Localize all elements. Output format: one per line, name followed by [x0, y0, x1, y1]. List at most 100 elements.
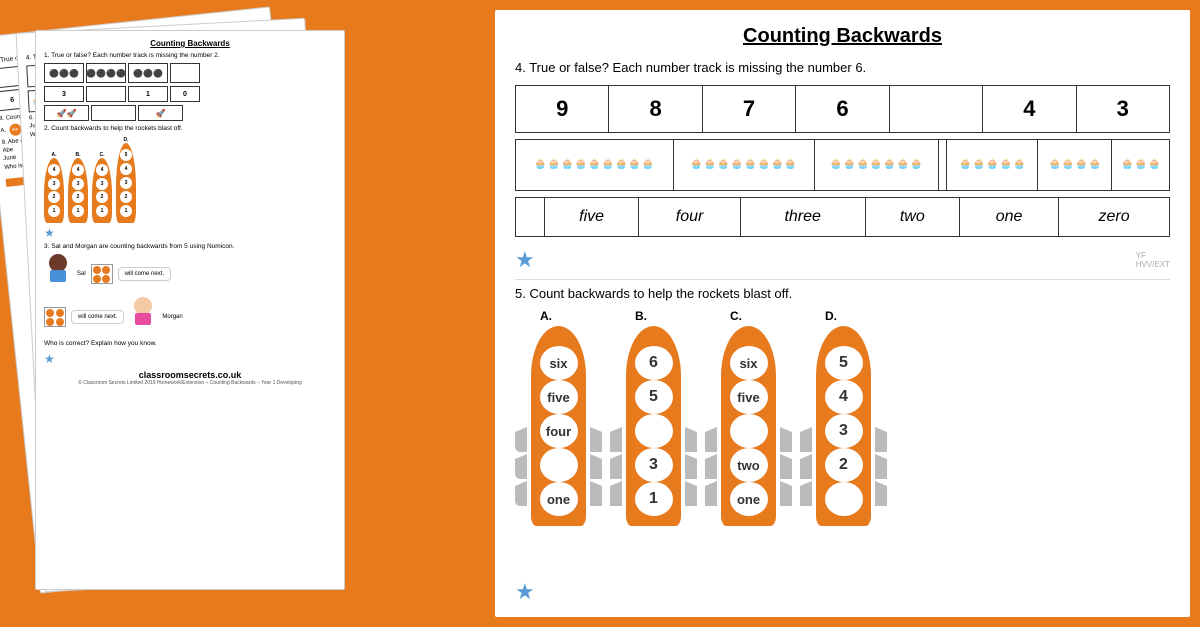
track-num-9: 9 [516, 86, 609, 133]
rocket-d-circle-blank [825, 482, 863, 516]
track-num-4: 4 [983, 86, 1076, 133]
paper3-circle-d3: 3 [120, 177, 132, 189]
numicon-dot4 [102, 275, 110, 283]
rocket-b-circle-blank [635, 414, 673, 448]
fin-cl-3 [705, 481, 717, 506]
cupcake-cell-9: 🧁 🧁 🧁 🧁 🧁 🧁 🧁 🧁 🧁 [516, 140, 674, 191]
numicon-dot1 [93, 266, 101, 274]
rocket-group-d: D. 5 4 3 2 [800, 309, 887, 526]
fin-right-1 [590, 427, 602, 452]
c7-1: 🧁 [830, 160, 842, 170]
fin-bl-3 [610, 481, 622, 506]
paper3-dots2: ⚫⚫⚫⚫ [86, 63, 126, 83]
cupcake-cell-blank [938, 140, 947, 191]
c4: 🧁 [575, 160, 587, 170]
fin-cl-2 [705, 454, 717, 479]
rocket-d-fins-right [875, 427, 887, 506]
rocket-group-b: B. 6 5 3 1 [610, 309, 697, 526]
c3: 🧁 [561, 160, 573, 170]
paper3-num-row: 3 1 0 [44, 86, 336, 102]
paper3-sal-row: Sal will come next. [44, 254, 336, 294]
c5-2: 🧁 [973, 160, 985, 170]
word-two: two [865, 198, 959, 237]
fin-cr-3 [780, 481, 792, 506]
rocket-b-fins-left [610, 427, 622, 506]
c9: 🧁 [642, 160, 654, 170]
paper3-numicon1 [91, 264, 113, 284]
paper3-who-correct: Who is correct? Explain how you know. [44, 340, 336, 348]
fin-right-3 [590, 481, 602, 506]
paper3-star1: ★ [44, 226, 336, 240]
c5-4: 🧁 [1000, 160, 1012, 170]
cupcake-cell-8: 🧁 🧁 🧁 🧁 🧁 🧁 🧁 🧁 [673, 140, 814, 191]
fin-cl-1 [705, 427, 717, 452]
fin-dr-3 [875, 481, 887, 506]
rocket-b-circle-1: 1 [635, 482, 673, 516]
rocket-b-circle-6: 6 [635, 346, 673, 380]
main-watermark: YFHVV/EXT [1136, 251, 1170, 269]
bottom-star: ★ [515, 579, 535, 605]
c8: 🧁 [628, 160, 640, 170]
paper3-q1: 1. True or false? Each number track is m… [44, 52, 336, 60]
paper3-morgan-name: Morgan [162, 314, 182, 320]
cupcake-group-5: 🧁 🧁 🧁 🧁 🧁 [950, 145, 1034, 185]
c4-2: 🧁 [1062, 160, 1074, 170]
rocket-a-label: A. [540, 309, 552, 323]
rocket-c-circle-one: one [730, 482, 768, 516]
paper3-dots1: ⚫⚫⚫ [44, 63, 84, 83]
cupcake-cell-3: 🧁 🧁 🧁 [1112, 140, 1170, 191]
paper3-num3: 3 [44, 86, 84, 102]
rocket-group-a: A. six five four one [515, 309, 602, 526]
paper3-title: Counting Backwards [44, 39, 336, 48]
rocket-b-label: B. [635, 309, 647, 323]
fin-br-1 [685, 427, 697, 452]
c8-1: 🧁 [690, 160, 702, 170]
paper3-body-c: 4 3 2 1 [92, 158, 112, 223]
rocket-c-body: six five two one [721, 326, 776, 526]
rocket-c-circle-two: two [730, 448, 768, 482]
rocket-a-fins-left [515, 427, 527, 506]
c8-8: 🧁 [784, 160, 796, 170]
rocket-c-wrapper: six five two one [705, 326, 792, 526]
track-num-7: 7 [702, 86, 795, 133]
rocket-d-wrapper: 5 4 3 2 [800, 326, 887, 526]
c5-5: 🧁 [1013, 160, 1025, 170]
c1: 🧁 [534, 160, 546, 170]
cupcake-group-3: 🧁 🧁 🧁 [1115, 145, 1166, 185]
paper3-label-c: C. [100, 152, 105, 158]
rocket-d-fins-left [800, 427, 812, 506]
rocket-a-circle-five: five [540, 380, 578, 414]
rocket-a-circle-blank [540, 448, 578, 482]
rocket-d-label: D. [825, 309, 837, 323]
rocket-c-circle-blank [730, 414, 768, 448]
paper3-sal-char [44, 254, 72, 294]
paper3-circle-a3: 3 [48, 178, 60, 190]
paper3-num1: 1 [128, 86, 168, 102]
word-three: three [740, 198, 865, 237]
sal-body [50, 270, 66, 282]
rocket-c-circle-five: five [730, 380, 768, 414]
paper3-rocket-a: A. 4 3 2 1 [44, 152, 64, 223]
paper3-morgan-char [129, 297, 157, 337]
c7-7: 🧁 [910, 160, 922, 170]
paper3-q2: 2. Count backwards to help the rockets b… [44, 125, 336, 133]
paper3-dot-row: ⚫⚫⚫ ⚫⚫⚫⚫ ⚫⚫⚫ [44, 63, 336, 83]
c7-4: 🧁 [870, 160, 882, 170]
main-title: Counting Backwards [515, 25, 1170, 48]
main-star-icon: ★ [515, 247, 535, 273]
word-blank [516, 198, 545, 237]
c8-2: 🧁 [704, 160, 716, 170]
paper3-circle-d2: 2 [120, 191, 132, 203]
paper3-dots3: ⚫⚫⚫ [128, 63, 168, 83]
section-divider [515, 279, 1170, 280]
words-track-table: five four three two one zero [515, 197, 1170, 237]
c5: 🧁 [588, 160, 600, 170]
c6: 🧁 [602, 160, 614, 170]
c3-3: 🧁 [1148, 160, 1160, 170]
rocket-a-wrapper: six five four one [515, 326, 602, 526]
paper3-circle-c4: 4 [96, 164, 108, 176]
paper3-q3: 3. Sal and Morgan are counting backwards… [44, 243, 336, 251]
sal-will-come: will come next. [125, 271, 164, 277]
cupcake-cell-5: 🧁 🧁 🧁 🧁 🧁 [947, 140, 1038, 191]
paper3-circle-a1: 1 [48, 205, 60, 217]
